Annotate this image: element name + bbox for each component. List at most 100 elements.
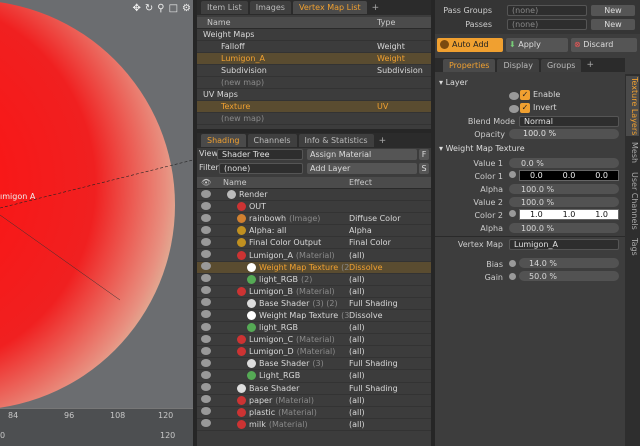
tab-properties[interactable]: Properties: [443, 58, 496, 72]
maximize-icon[interactable]: □: [169, 3, 178, 14]
shader-tree-row[interactable]: OUT: [197, 201, 431, 214]
layer-section-header[interactable]: ▾ Layer: [439, 78, 468, 87]
add-layer-button[interactable]: Add Layer: [307, 163, 417, 174]
shader-tree-row[interactable]: Weight Map Texture(2)Dissolve: [197, 261, 431, 274]
visibility-toggle[interactable]: [197, 189, 223, 200]
shader-row-effect[interactable]: Dissolve: [349, 311, 383, 320]
bias-value[interactable]: 14.0 %: [529, 259, 557, 268]
col-type[interactable]: Type: [377, 18, 395, 27]
visibility-toggle[interactable]: [197, 274, 223, 284]
shader-row-effect[interactable]: Diffuse Color: [349, 214, 400, 223]
vmap-row[interactable]: (new map): [197, 77, 431, 89]
shader-tree-row[interactable]: Base Shader Full Shading: [197, 383, 431, 395]
color1-swatch[interactable]: 0.0 0.0 0.0: [519, 170, 619, 181]
shader-row-effect[interactable]: Full Shading: [349, 299, 398, 308]
auto-add-button[interactable]: Auto Add: [437, 38, 503, 52]
shader-tree-row[interactable]: Lumigon_B (Material) (all): [197, 286, 431, 298]
shader-tree-row[interactable]: plastic (Material) (all): [197, 407, 431, 419]
color1-g[interactable]: 0.0: [563, 171, 576, 180]
vmap-row[interactable]: Weight Maps: [197, 29, 431, 41]
tab-display[interactable]: Display: [497, 58, 539, 72]
value1-value[interactable]: 0.0 %: [521, 159, 544, 168]
col-name[interactable]: Name: [197, 18, 377, 27]
add-tab-icon[interactable]: +: [369, 3, 383, 13]
blend-mode-select[interactable]: Normal: [519, 116, 619, 127]
color2-b[interactable]: 1.0: [595, 210, 608, 219]
pass-groups-select[interactable]: (none): [507, 5, 587, 16]
rotate-icon[interactable]: ↻: [145, 3, 153, 14]
side-tab-texture-layers[interactable]: Texture Layers: [626, 76, 639, 136]
tab-vertex-map-list[interactable]: Vertex Map List: [292, 1, 367, 14]
invert-checkbox[interactable]: ✓: [520, 103, 530, 113]
vertex-map-select[interactable]: Lumigon_A: [509, 239, 619, 250]
add-tab-icon[interactable]: +: [583, 60, 597, 70]
assign-material-button[interactable]: Assign Material: [307, 149, 417, 160]
shader-row-effect[interactable]: (all): [349, 396, 365, 405]
visibility-toggle[interactable]: [197, 407, 223, 417]
shader-tree-row[interactable]: paper (Material) (all): [197, 395, 431, 407]
f-button[interactable]: F: [419, 149, 429, 160]
shader-tree-row[interactable]: milk (Material) (all): [197, 419, 431, 431]
vmap-row[interactable]: Texture UV: [197, 101, 431, 113]
visibility-toggle[interactable]: [197, 322, 223, 333]
tab-channels[interactable]: Channels: [247, 134, 297, 147]
shader-row-effect[interactable]: (all): [349, 335, 365, 344]
apply-button[interactable]: ⬇ Apply: [506, 38, 568, 52]
visibility-toggle[interactable]: [197, 286, 223, 296]
side-tab-tags[interactable]: Tags: [626, 234, 639, 260]
discard-button[interactable]: ⊗ Discard: [571, 38, 637, 52]
vmap-row[interactable]: Lumigon_A Weight: [197, 53, 431, 65]
new-pass-group-button[interactable]: New: [591, 5, 635, 16]
col-name[interactable]: Name: [223, 178, 349, 187]
side-tab-mesh[interactable]: Mesh: [626, 140, 639, 166]
vmap-row[interactable]: UV Maps: [197, 89, 431, 101]
shader-row-effect[interactable]: Alpha: [349, 226, 372, 235]
opacity-value[interactable]: 100.0 %: [519, 129, 569, 140]
shader-row-effect[interactable]: Full Shading: [349, 384, 398, 393]
tab-item-list[interactable]: Item List: [201, 1, 248, 14]
shader-row-effect[interactable]: (all): [349, 408, 365, 417]
shader-tree-row[interactable]: Lumigon_A (Material) (all): [197, 249, 431, 262]
shader-tree-row[interactable]: Lumigon_C (Material) (all): [197, 334, 431, 347]
vmap-row[interactable]: Subdivision Subdivision: [197, 65, 431, 77]
filter-select[interactable]: (none): [219, 163, 303, 174]
shader-tree-row[interactable]: light_RGB (all): [197, 322, 431, 335]
visibility-toggle[interactable]: [197, 237, 223, 248]
shader-row-effect[interactable]: (all): [349, 323, 365, 332]
zoom-icon[interactable]: ⚲: [157, 3, 164, 14]
vmap-row[interactable]: Falloff Weight: [197, 41, 431, 53]
visibility-toggle[interactable]: [197, 310, 223, 320]
shader-row-effect[interactable]: Final Color: [349, 238, 391, 247]
s-button[interactable]: S: [419, 163, 429, 174]
visibility-toggle[interactable]: [197, 395, 223, 405]
color2-swatch[interactable]: 1.0 1.0 1.0: [519, 209, 619, 220]
visibility-toggle[interactable]: [197, 213, 223, 224]
wmt-section-header[interactable]: ▾ Weight Map Texture: [439, 144, 525, 153]
visibility-toggle[interactable]: [197, 419, 223, 429]
visibility-toggle[interactable]: [197, 383, 223, 393]
new-pass-button[interactable]: New: [591, 19, 635, 30]
shader-row-effect[interactable]: (all): [349, 420, 365, 429]
alpha2-value[interactable]: 100.0 %: [521, 224, 554, 233]
shader-row-effect[interactable]: Dissolve: [349, 263, 383, 272]
tab-groups[interactable]: Groups: [540, 58, 582, 72]
side-tab-user-channels[interactable]: User Channels: [626, 170, 639, 232]
3d-viewport[interactable]: ✥ ↻ ⚲ □ ⚙ ımigon A 84 96 108 120 0 120: [0, 0, 193, 446]
shader-tree-row[interactable]: rainbowh (Image) Diffuse Color: [197, 213, 431, 226]
visibility-toggle[interactable]: [197, 346, 223, 357]
vmap-row[interactable]: (new map): [197, 113, 431, 125]
shader-tree-row[interactable]: Base Shader (3) Full Shading: [197, 358, 431, 371]
enable-checkbox[interactable]: ✓: [520, 90, 530, 100]
view-select[interactable]: Shader Tree: [217, 149, 303, 160]
alpha1-value[interactable]: 100.0 %: [521, 185, 554, 194]
visibility-toggle[interactable]: [197, 250, 223, 260]
shader-row-effect[interactable]: Full Shading: [349, 359, 398, 368]
shader-tree-row[interactable]: light_RGB (2) (all): [197, 274, 431, 286]
gain-value[interactable]: 50.0 %: [529, 272, 557, 281]
tab-shading[interactable]: Shading: [201, 134, 246, 147]
visibility-toggle[interactable]: [197, 358, 223, 369]
shader-row-effect[interactable]: (all): [349, 347, 365, 356]
shader-tree-row[interactable]: Light_RGB (all): [197, 370, 431, 383]
passes-select[interactable]: (none): [507, 19, 587, 30]
shader-tree-row[interactable]: Render: [197, 189, 431, 202]
